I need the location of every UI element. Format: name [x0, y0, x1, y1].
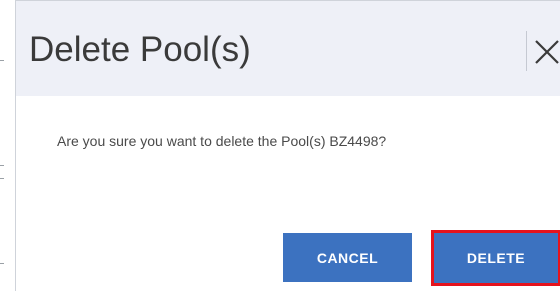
close-separator	[526, 31, 527, 71]
edge-tick	[0, 178, 4, 179]
edge-tick	[0, 60, 4, 61]
background-edge	[0, 0, 6, 291]
delete-button[interactable]: DELETE	[434, 233, 558, 283]
edge-tick	[0, 165, 4, 166]
confirmation-message: Are you sure you want to delete the Pool…	[57, 133, 387, 149]
page: Delete Pool(s) Are you sure you want to …	[0, 0, 560, 291]
close-button[interactable]	[530, 31, 560, 71]
close-x-icon	[535, 40, 559, 64]
delete-pool-dialog: Delete Pool(s) Are you sure you want to …	[15, 0, 560, 291]
edge-tick	[0, 263, 4, 264]
dialog-header: Delete Pool(s)	[16, 1, 560, 96]
cancel-button[interactable]: CANCEL	[283, 233, 412, 282]
dialog-title: Delete Pool(s)	[29, 30, 251, 69]
